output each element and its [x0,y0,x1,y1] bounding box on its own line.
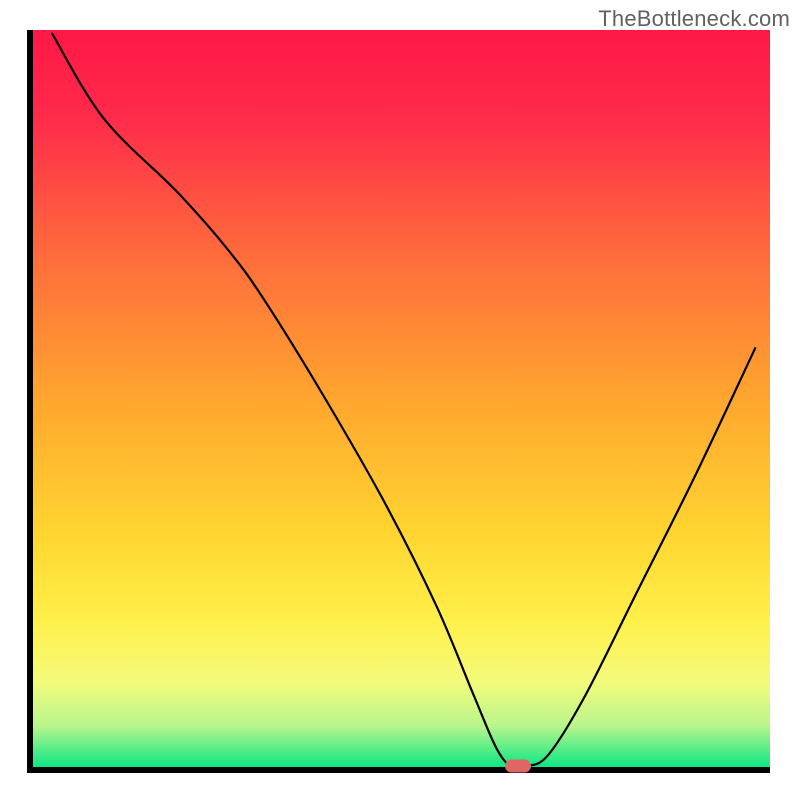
chart-canvas [0,0,800,800]
watermark: TheBottleneck.com [598,6,790,32]
optimal-marker [505,760,531,773]
gradient-background [30,30,770,770]
